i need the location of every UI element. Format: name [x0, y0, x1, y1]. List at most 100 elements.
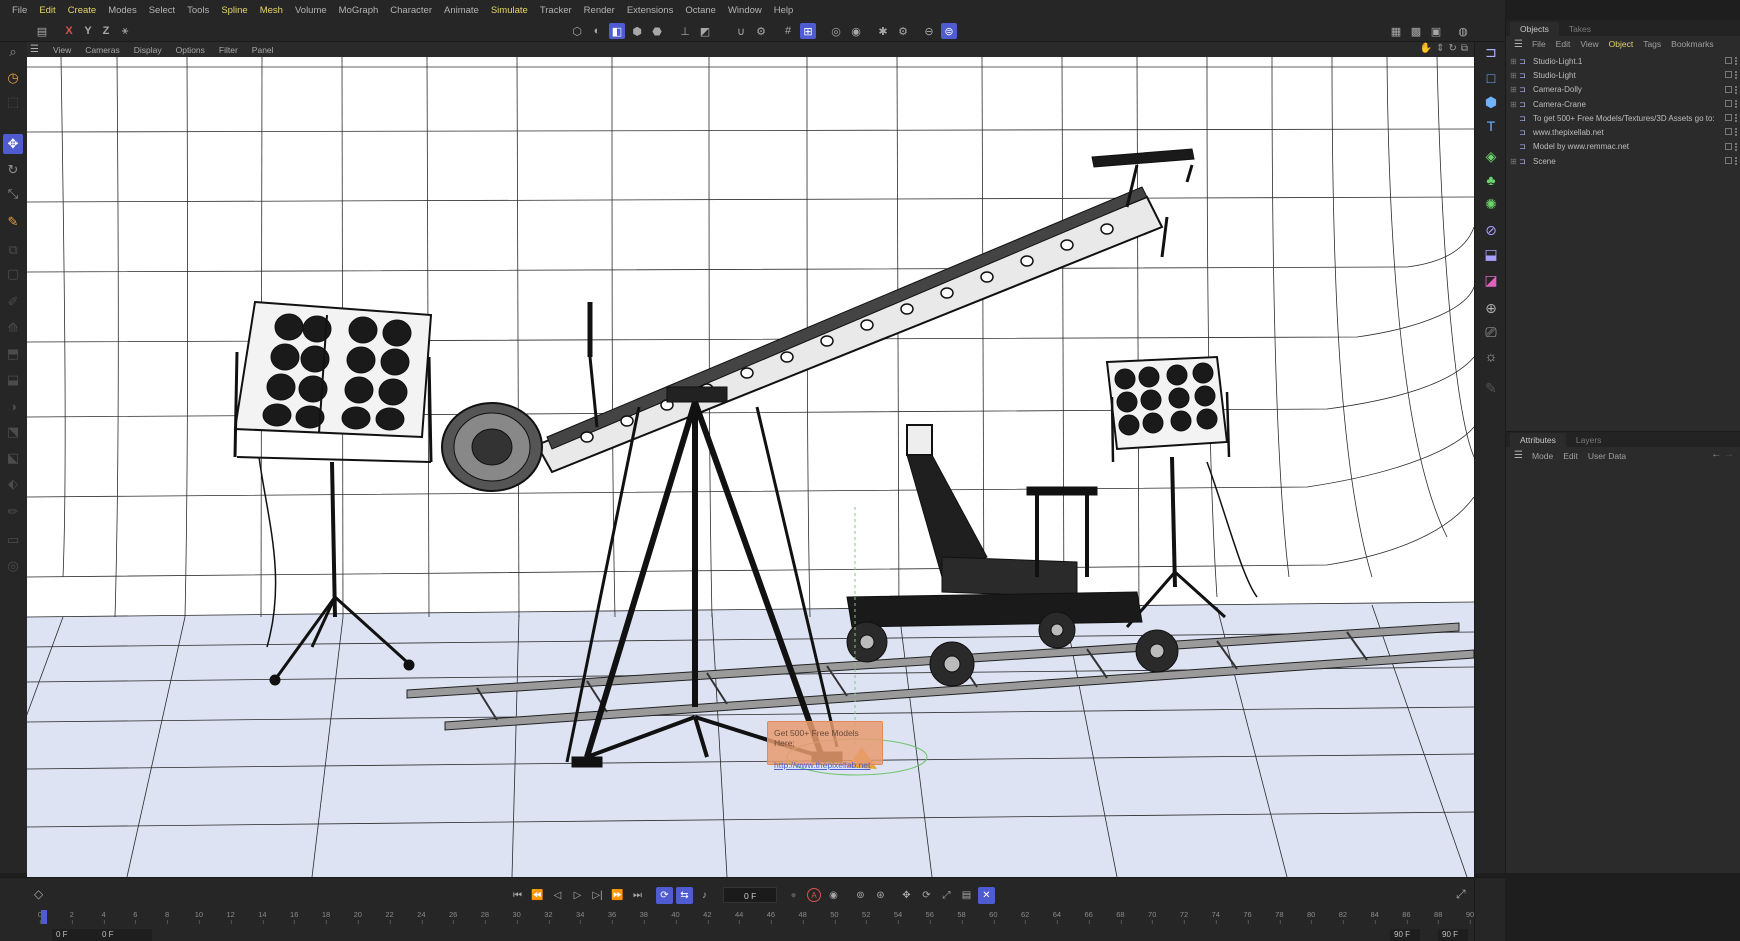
go-to-start-icon[interactable]: ⏮ [509, 887, 526, 904]
search-icon[interactable]: ⌕ [3, 42, 23, 62]
visibility-dots-icon[interactable] [1735, 128, 1738, 137]
visibility-dots-icon[interactable] [1735, 85, 1738, 94]
visibility-dots-icon[interactable] [1735, 71, 1738, 80]
timeline-tool-icon[interactable]: ✕ [978, 887, 995, 904]
snap-icon[interactable]: ◎ [3, 556, 23, 576]
extrude-tool-icon[interactable]: ⧉ [3, 240, 23, 260]
key-rotation-icon[interactable]: ⊛ [872, 887, 889, 904]
menu-select[interactable]: Select [143, 5, 181, 16]
axis-x-toggle[interactable]: X [61, 23, 77, 39]
attributes-menu-mode[interactable]: Mode [1527, 451, 1558, 461]
menu-edit[interactable]: Edit [33, 5, 61, 16]
knife-tool-icon[interactable]: ✎ [3, 212, 23, 232]
null-object-icon[interactable]: ⊐ [1481, 42, 1501, 62]
visibility-dots-icon[interactable] [1735, 157, 1738, 166]
visibility-check-icon[interactable] [1725, 71, 1732, 79]
menu-animate[interactable]: Animate [438, 5, 485, 16]
axis-z-toggle[interactable]: Z [98, 23, 114, 39]
viewport-menu-options[interactable]: Options [169, 45, 212, 55]
slide-icon[interactable]: ⬕ [3, 448, 23, 468]
visibility-dots-icon[interactable] [1735, 99, 1738, 108]
points-mode-icon[interactable]: ◧ [609, 23, 625, 39]
menu-volume[interactable]: Volume [289, 5, 333, 16]
menu-mograph[interactable]: MoGraph [333, 5, 385, 16]
magnet-icon[interactable]: ∪ [733, 23, 749, 39]
field-icon[interactable]: ⬓ [1481, 244, 1501, 264]
expand-icon[interactable]: ⊞ [1510, 100, 1519, 109]
texture-mode-icon[interactable]: ◐ [589, 23, 605, 39]
tab-layers[interactable]: Layers [1566, 433, 1612, 447]
preview-end-field[interactable]: 90 F [1390, 929, 1420, 941]
frame-ruler[interactable]: 0 2 4 6 8 10 12 14 16 18 20 22 24 26 28 30 32 34 36 38 40 42 4… [38, 910, 1474, 926]
bridge-tool-icon[interactable]: ⬒ [3, 344, 23, 364]
viewport-menu-filter[interactable]: Filter [212, 45, 245, 55]
octane-icon[interactable]: ⊖ [921, 23, 937, 39]
record-disabled-icon[interactable]: ● [785, 887, 802, 904]
spline-rectangle-icon[interactable]: □ [1481, 68, 1501, 88]
visibility-check-icon[interactable] [1725, 157, 1732, 165]
object-row-free-models-note[interactable]: ⊐ To get 500+ Free Models/Textures/3D As… [1506, 111, 1740, 125]
menu-tracker[interactable]: Tracker [534, 5, 578, 16]
menu-render[interactable]: Render [578, 5, 621, 16]
menu-octane[interactable]: Octane [679, 5, 722, 16]
orbit-icon[interactable]: ↻ [1448, 43, 1456, 54]
object-row-scene[interactable]: ⊞ ⊐ Scene [1506, 154, 1740, 168]
objects-hamburger-icon[interactable]: ☰ [1510, 39, 1527, 50]
object-row-model-credit[interactable]: ⊐ Model by www.remmac.net [1506, 140, 1740, 154]
undo-icon[interactable]: ▤ [34, 23, 50, 39]
playback-mode-icon[interactable]: ⇆ [676, 887, 693, 904]
model-mode-icon[interactable]: ⬡ [569, 23, 585, 39]
polygons-mode-icon[interactable]: ⬣ [649, 23, 665, 39]
keyframe-diamond-icon[interactable]: ◇ [34, 887, 43, 901]
snap-grid-icon[interactable]: # [780, 23, 796, 39]
weld-icon[interactable]: ⬔ [3, 422, 23, 442]
preview-start-field[interactable]: 0 F [98, 929, 152, 941]
objects-menu-edit[interactable]: Edit [1551, 39, 1576, 49]
octane-live-viewer-icon[interactable]: ⊜ [941, 23, 957, 39]
object-row-studio-light[interactable]: ⊞ ⊐ Studio-Light [1506, 68, 1740, 82]
effector-icon[interactable]: ✺ [1481, 194, 1501, 214]
edges-mode-icon[interactable]: ⬢ [629, 23, 645, 39]
menu-simulate[interactable]: Simulate [485, 5, 534, 16]
objects-menu-bookmarks[interactable]: Bookmarks [1666, 39, 1719, 49]
visibility-check-icon[interactable] [1725, 142, 1732, 150]
mograph-icon[interactable]: ◪ [1481, 270, 1501, 290]
move-tool-icon[interactable]: ✥ [3, 134, 23, 154]
playhead[interactable] [41, 910, 47, 924]
deformer-icon[interactable]: ⊘ [1481, 220, 1501, 240]
viewport-menu-panel[interactable]: Panel [245, 45, 281, 55]
next-frame-icon[interactable]: ▷| [589, 887, 606, 904]
object-row-studio-light-1[interactable]: ⊞ ⊐ Studio-Light.1 [1506, 54, 1740, 68]
cube-icon[interactable]: ⬢ [1481, 92, 1501, 112]
viewport-menu-cameras[interactable]: Cameras [78, 45, 126, 55]
expand-icon[interactable]: ⊞ [1510, 85, 1519, 94]
fcurve-icon[interactable]: ⤢ [1456, 887, 1466, 902]
visibility-dots-icon[interactable] [1735, 142, 1738, 151]
dolly-icon[interactable]: ⇕ [1436, 43, 1444, 54]
bevel-tool-icon[interactable]: ▢ [3, 264, 23, 284]
visibility-check-icon[interactable] [1725, 57, 1732, 64]
menu-create[interactable]: Create [62, 5, 103, 16]
loop-icon[interactable]: ⟳ [656, 887, 673, 904]
visibility-check-icon[interactable] [1725, 99, 1732, 107]
key-position-icon[interactable]: ⊚ [852, 887, 869, 904]
tab-objects[interactable]: Objects [1510, 22, 1559, 36]
visibility-dots-icon[interactable] [1735, 114, 1738, 123]
settings-gear-icon[interactable]: ⚙ [895, 23, 911, 39]
menu-modes[interactable]: Modes [102, 5, 143, 16]
menu-spline[interactable]: Spline [215, 5, 253, 16]
attributes-menu-user-data[interactable]: User Data [1583, 451, 1631, 461]
motion-clip-icon[interactable]: ▤ [958, 887, 975, 904]
text-spline-icon[interactable]: T [1481, 116, 1501, 136]
visibility-check-icon[interactable] [1725, 114, 1732, 122]
viewport-hamburger-icon[interactable]: ☰ [27, 44, 46, 55]
axis-y-toggle[interactable]: Y [80, 23, 96, 39]
brush-icon[interactable]: ⬖ [3, 474, 23, 494]
render-active-view-icon[interactable]: ◎ [828, 23, 844, 39]
key-scale-icon[interactable]: ✥ [898, 887, 915, 904]
floor-icon[interactable]: ▭ [3, 530, 23, 550]
expand-icon[interactable]: ⊞ [1510, 57, 1519, 66]
coordinate-system-icon[interactable]: ⚹ [117, 23, 133, 39]
paint-icon[interactable]: ✏ [3, 502, 23, 522]
render-settings-icon[interactable]: ▣ [1428, 23, 1444, 39]
